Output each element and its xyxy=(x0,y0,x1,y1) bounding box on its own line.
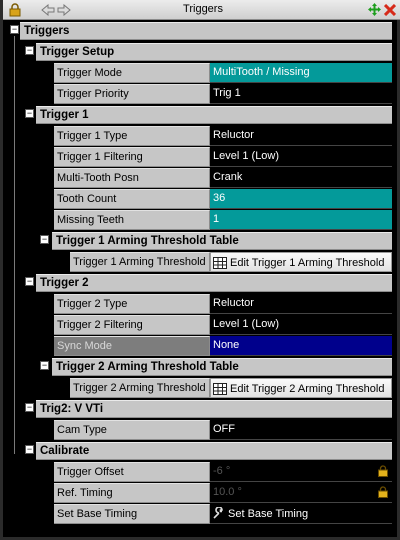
category-label: Trigger 1 xyxy=(36,106,392,124)
property-value[interactable]: Trig 1 xyxy=(210,84,392,104)
property-row[interactable]: Tooth Count 36 xyxy=(6,188,392,209)
move-icon[interactable] xyxy=(367,2,381,17)
category-label: Trigger 2 xyxy=(36,274,392,292)
property-row[interactable]: Trigger 2 Type Reluctor xyxy=(6,293,392,314)
window-title: Triggers xyxy=(183,3,223,15)
property-row[interactable]: Trigger 2 Arming Threshold Edit Trigger … xyxy=(6,377,392,398)
property-name: Multi-Tooth Posn xyxy=(54,168,210,188)
collapse-icon[interactable]: − xyxy=(10,25,19,34)
property-value[interactable]: Crank xyxy=(210,168,392,188)
property-value[interactable]: Level 1 (Low) xyxy=(210,315,392,335)
table-grid-icon xyxy=(213,257,227,269)
property-value[interactable]: 10.0 ° xyxy=(210,483,392,503)
collapse-icon[interactable]: − xyxy=(25,46,34,55)
category-trigger-setup[interactable]: − Trigger Setup xyxy=(6,41,392,62)
title-bar: Triggers xyxy=(3,0,400,20)
set-base-timing-button[interactable]: Set Base Timing xyxy=(210,504,392,524)
property-name: Trigger 1 Type xyxy=(54,126,210,146)
table-grid-icon xyxy=(213,383,227,395)
category-label: Trig2: V VTi xyxy=(36,400,392,418)
property-name: Tooth Count xyxy=(54,189,210,209)
category-label: Trigger Setup xyxy=(36,43,392,61)
property-value[interactable]: MultiTooth / Missing xyxy=(210,63,392,83)
property-name: Trigger Offset xyxy=(54,462,210,482)
property-row[interactable]: Trigger Mode MultiTooth / Missing xyxy=(6,62,392,83)
property-row[interactable]: Trigger Offset -6 ° xyxy=(6,461,392,482)
property-row[interactable]: Trigger 1 Filtering Level 1 (Low) xyxy=(6,146,392,167)
value-text: -6 ° xyxy=(213,465,231,477)
property-name: Trigger Mode xyxy=(54,63,210,83)
category-triggers[interactable]: − Triggers xyxy=(6,20,392,41)
collapse-icon[interactable]: − xyxy=(40,235,49,244)
triggers-window: Triggers − Triggers − Trigger Setup Trig… xyxy=(0,0,400,540)
category-trigger-2-arming-table[interactable]: − Trigger 2 Arming Threshold Table xyxy=(6,356,392,377)
category-trigger-1-arming-table[interactable]: − Trigger 1 Arming Threshold Table xyxy=(6,230,392,251)
padlock-icon xyxy=(378,465,388,480)
category-trigger-1[interactable]: − Trigger 1 xyxy=(6,104,392,125)
value-text: 10.0 ° xyxy=(213,486,242,498)
property-name: Set Base Timing xyxy=(54,504,210,524)
property-row[interactable]: Cam Type OFF xyxy=(6,419,392,440)
property-row[interactable]: Set Base Timing Set Base Timing xyxy=(6,503,392,524)
property-name: Trigger 2 Filtering xyxy=(54,315,210,335)
category-label: Calibrate xyxy=(36,442,392,460)
button-label: Edit Trigger 2 Arming Threshold xyxy=(230,383,385,395)
property-row[interactable]: Sync Mode None xyxy=(6,335,392,356)
property-name: Trigger 2 Type xyxy=(54,294,210,314)
property-value[interactable]: OFF xyxy=(210,420,392,440)
property-value[interactable]: Reluctor xyxy=(210,126,392,146)
edit-trigger-1-arming-threshold-button[interactable]: Edit Trigger 1 Arming Threshold xyxy=(210,252,392,272)
property-value[interactable]: 36 xyxy=(210,189,392,209)
collapse-icon[interactable]: − xyxy=(40,361,49,370)
collapse-icon[interactable]: − xyxy=(25,445,34,454)
property-name: Ref. Timing xyxy=(54,483,210,503)
property-row[interactable]: Ref. Timing 10.0 ° xyxy=(6,482,392,503)
collapse-icon[interactable]: − xyxy=(25,109,34,118)
collapse-icon[interactable]: − xyxy=(25,403,34,412)
property-name: Missing Teeth xyxy=(54,210,210,230)
property-row[interactable]: Missing Teeth 1 xyxy=(6,209,392,230)
category-calibrate[interactable]: − Calibrate xyxy=(6,440,392,461)
property-row[interactable]: Trigger 1 Arming Threshold Edit Trigger … xyxy=(6,251,392,272)
wrench-icon xyxy=(213,506,223,519)
property-name: Cam Type xyxy=(54,420,210,440)
property-row[interactable]: Trigger 2 Filtering Level 1 (Low) xyxy=(6,314,392,335)
collapse-icon[interactable]: − xyxy=(25,277,34,286)
property-name: Trigger 1 Arming Threshold xyxy=(70,252,210,272)
category-trig2-vvti[interactable]: − Trig2: V VTi xyxy=(6,398,392,419)
button-label: Edit Trigger 1 Arming Threshold xyxy=(230,257,385,269)
property-name: Sync Mode xyxy=(54,336,210,356)
padlock-icon xyxy=(378,486,388,501)
property-row[interactable]: Trigger Priority Trig 1 xyxy=(6,83,392,104)
property-row[interactable]: Multi-Tooth Posn Crank xyxy=(6,167,392,188)
edit-trigger-2-arming-threshold-button[interactable]: Edit Trigger 2 Arming Threshold xyxy=(210,378,392,398)
property-value[interactable]: Level 1 (Low) xyxy=(210,147,392,167)
property-tree: − Triggers − Trigger Setup Trigger Mode … xyxy=(6,20,392,524)
property-value[interactable]: Reluctor xyxy=(210,294,392,314)
category-label: Trigger 2 Arming Threshold Table xyxy=(52,358,392,376)
category-label: Trigger 1 Arming Threshold Table xyxy=(52,232,392,250)
button-label: Set Base Timing xyxy=(228,508,309,520)
property-name: Trigger 2 Arming Threshold xyxy=(70,378,210,398)
close-icon[interactable] xyxy=(383,2,397,17)
property-row[interactable]: Trigger 1 Type Reluctor xyxy=(6,125,392,146)
category-label: Triggers xyxy=(20,22,392,40)
property-value[interactable]: -6 ° xyxy=(210,462,392,482)
property-name: Trigger 1 Filtering xyxy=(54,147,210,167)
property-value[interactable]: None xyxy=(210,336,392,356)
category-trigger-2[interactable]: − Trigger 2 xyxy=(6,272,392,293)
property-name: Trigger Priority xyxy=(54,84,210,104)
property-value[interactable]: 1 xyxy=(210,210,392,230)
